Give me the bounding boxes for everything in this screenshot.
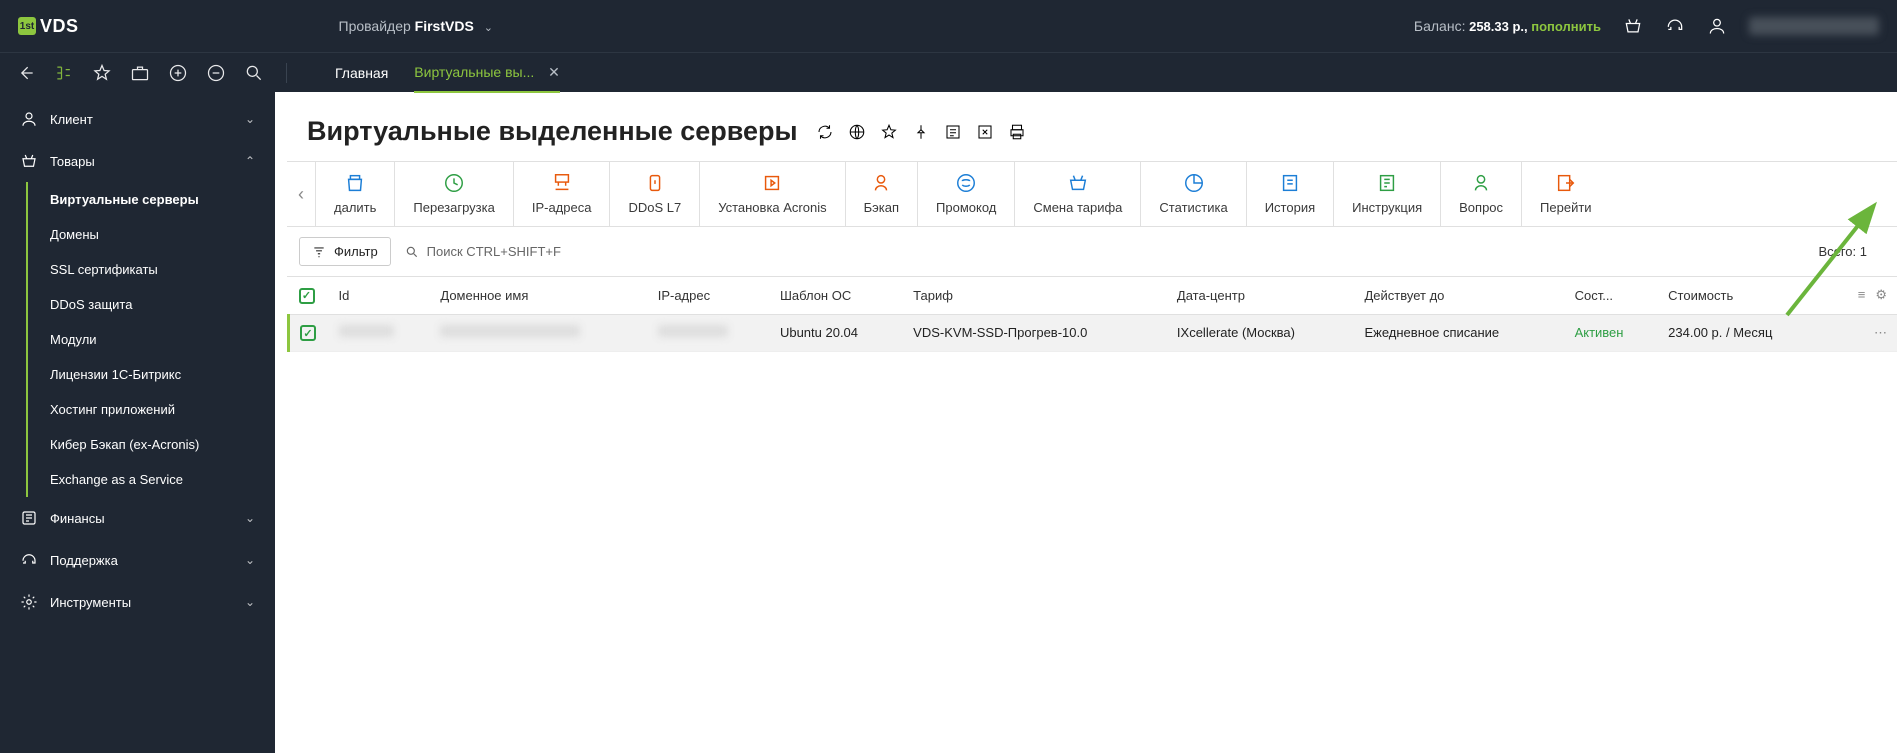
action-acronis[interactable]: Установка Acronis: [699, 162, 844, 226]
list-icon[interactable]: [944, 123, 962, 141]
action-ip[interactable]: IP-адреса: [513, 162, 610, 226]
filter-button[interactable]: Фильтр: [299, 237, 391, 266]
action-instruction[interactable]: Инструкция: [1333, 162, 1440, 226]
basket-icon[interactable]: [1623, 16, 1643, 36]
minus-circle-icon[interactable]: [206, 63, 226, 83]
sidebar-item-ssl[interactable]: SSL сертификаты: [0, 252, 275, 287]
sidebar-item-domains[interactable]: Домены: [0, 217, 275, 252]
sidebar-finance[interactable]: Финансы⌄: [0, 497, 275, 539]
globe-icon[interactable]: [848, 123, 866, 141]
headset-icon[interactable]: [1665, 16, 1685, 36]
sidebar-item-ddos[interactable]: DDoS защита: [0, 287, 275, 322]
action-goto[interactable]: Перейти: [1521, 162, 1610, 226]
star-icon[interactable]: [92, 63, 112, 83]
logo[interactable]: 1st VDS: [18, 16, 79, 37]
star-outline-icon[interactable]: [880, 123, 898, 141]
tab-vds[interactable]: Виртуальные вы... ✕: [414, 54, 560, 91]
sidebar-item-bitrix[interactable]: Лицензии 1С-Битрикс: [0, 357, 275, 392]
back-icon[interactable]: [16, 63, 36, 83]
print-icon[interactable]: [1008, 123, 1026, 141]
user-menu[interactable]: [1749, 17, 1879, 35]
row-menu-icon[interactable]: ⋯: [1874, 325, 1887, 340]
search-input[interactable]: Поиск CTRL+SHIFT+F: [405, 244, 561, 259]
select-all-checkbox[interactable]: [299, 288, 315, 304]
sidebar-tools[interactable]: Инструменты⌄: [0, 581, 275, 623]
action-history[interactable]: История: [1246, 162, 1333, 226]
user-icon[interactable]: [1707, 16, 1727, 36]
refresh-icon[interactable]: [816, 123, 834, 141]
table-row[interactable]: Ubuntu 20.04 VDS-KVM-SSD-Прогрев-10.0 IX…: [289, 314, 1897, 352]
total-count: Всего: 1: [1818, 244, 1867, 259]
pin-icon[interactable]: [912, 123, 930, 141]
action-stats[interactable]: Статистика: [1140, 162, 1245, 226]
action-question[interactable]: Вопрос: [1440, 162, 1521, 226]
provider-switcher[interactable]: Провайдер FirstVDS: [339, 18, 493, 34]
sidebar-item-modules[interactable]: Модули: [0, 322, 275, 357]
row-checkbox[interactable]: [300, 325, 316, 341]
columns-menu-icon[interactable]: ≡: [1858, 287, 1866, 303]
tab-home[interactable]: Главная: [335, 55, 388, 91]
page-title: Виртуальные выделенные серверы: [307, 116, 798, 147]
table-header: Id Доменное имя IP-адрес Шаблон ОС Тариф…: [289, 277, 1897, 314]
briefcase-icon[interactable]: [130, 63, 150, 83]
action-tariff[interactable]: Смена тарифа: [1014, 162, 1140, 226]
balance-value: 258.33 р.,: [1469, 19, 1528, 34]
sidebar-item-exchange[interactable]: Exchange as a Service: [0, 462, 275, 497]
sidebar-item-vds[interactable]: Виртуальные серверы: [0, 182, 275, 217]
sidebar-support[interactable]: Поддержка⌄: [0, 539, 275, 581]
sidebar-client[interactable]: Клиент⌄: [0, 98, 275, 140]
settings-icon[interactable]: ⚙: [1875, 287, 1887, 303]
action-reboot[interactable]: Перезагрузка: [394, 162, 512, 226]
export-icon[interactable]: [976, 123, 994, 141]
action-promo[interactable]: Промокод: [917, 162, 1014, 226]
search-icon[interactable]: [244, 63, 264, 83]
tree-icon[interactable]: [54, 63, 74, 83]
action-backup[interactable]: Бэкап: [845, 162, 917, 226]
sidebar-item-acronis[interactable]: Кибер Бэкап (ex-Acronis): [0, 427, 275, 462]
sidebar-products[interactable]: Товары⌃: [0, 140, 275, 182]
close-icon[interactable]: ✕: [548, 64, 560, 80]
sidebar-item-hosting[interactable]: Хостинг приложений: [0, 392, 275, 427]
topup-link[interactable]: пополнить: [1531, 19, 1601, 34]
scroll-left-icon[interactable]: ‹: [287, 162, 315, 226]
balance-label: Баланс:: [1414, 18, 1466, 34]
action-delete[interactable]: далить: [315, 162, 394, 226]
plus-circle-icon[interactable]: [168, 63, 188, 83]
action-ddos[interactable]: DDoS L7: [609, 162, 699, 226]
